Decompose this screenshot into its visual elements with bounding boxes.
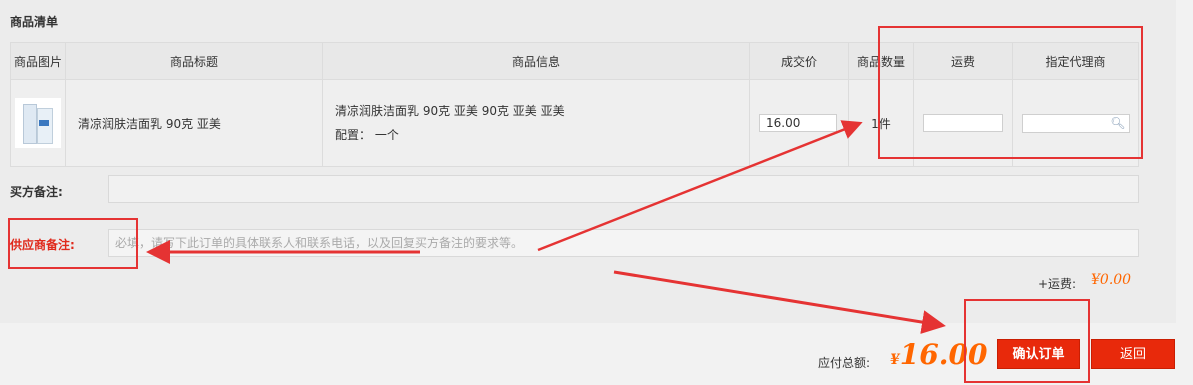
header-title: 商品标题 [65, 42, 323, 80]
buyer-note-label: 买方备注: [10, 185, 63, 199]
section-title: 商品清单 [10, 15, 59, 29]
price-cell [749, 79, 849, 167]
annotation-box-confirm [964, 299, 1090, 383]
header-price: 成交价 [749, 42, 849, 80]
currency-symbol: ¥ [890, 352, 900, 368]
product-title[interactable]: 清凉润肤洁面乳 90克 亚美 [65, 79, 323, 167]
buyer-note-field[interactable] [108, 175, 1139, 203]
product-info-cell: 清凉润肤洁面乳 90克 亚美 90克 亚美 亚美 配置： 一个 [322, 79, 750, 167]
header-info: 商品信息 [322, 42, 750, 80]
total-label: 应付总额: [818, 356, 871, 370]
shipping-value: ¥0.00 [1091, 272, 1132, 288]
back-button[interactable]: 返回 [1091, 339, 1175, 369]
price-input[interactable] [759, 114, 837, 132]
product-image-cell [10, 79, 66, 167]
annotation-box-supplier-note [8, 218, 138, 269]
product-image[interactable] [15, 98, 61, 148]
header-image: 商品图片 [10, 42, 66, 80]
product-config: 配置： 一个 [335, 128, 399, 142]
product-info: 清凉润肤洁面乳 90克 亚美 90克 亚美 亚美 [335, 104, 565, 118]
shipping-label: +运费: [1038, 277, 1077, 291]
supplier-note-field[interactable]: 必填，请写下此订单的具体联系人和联系电话，以及回复买方备注的要求等。 [108, 229, 1139, 257]
annotation-box-freight-agent [878, 26, 1143, 159]
